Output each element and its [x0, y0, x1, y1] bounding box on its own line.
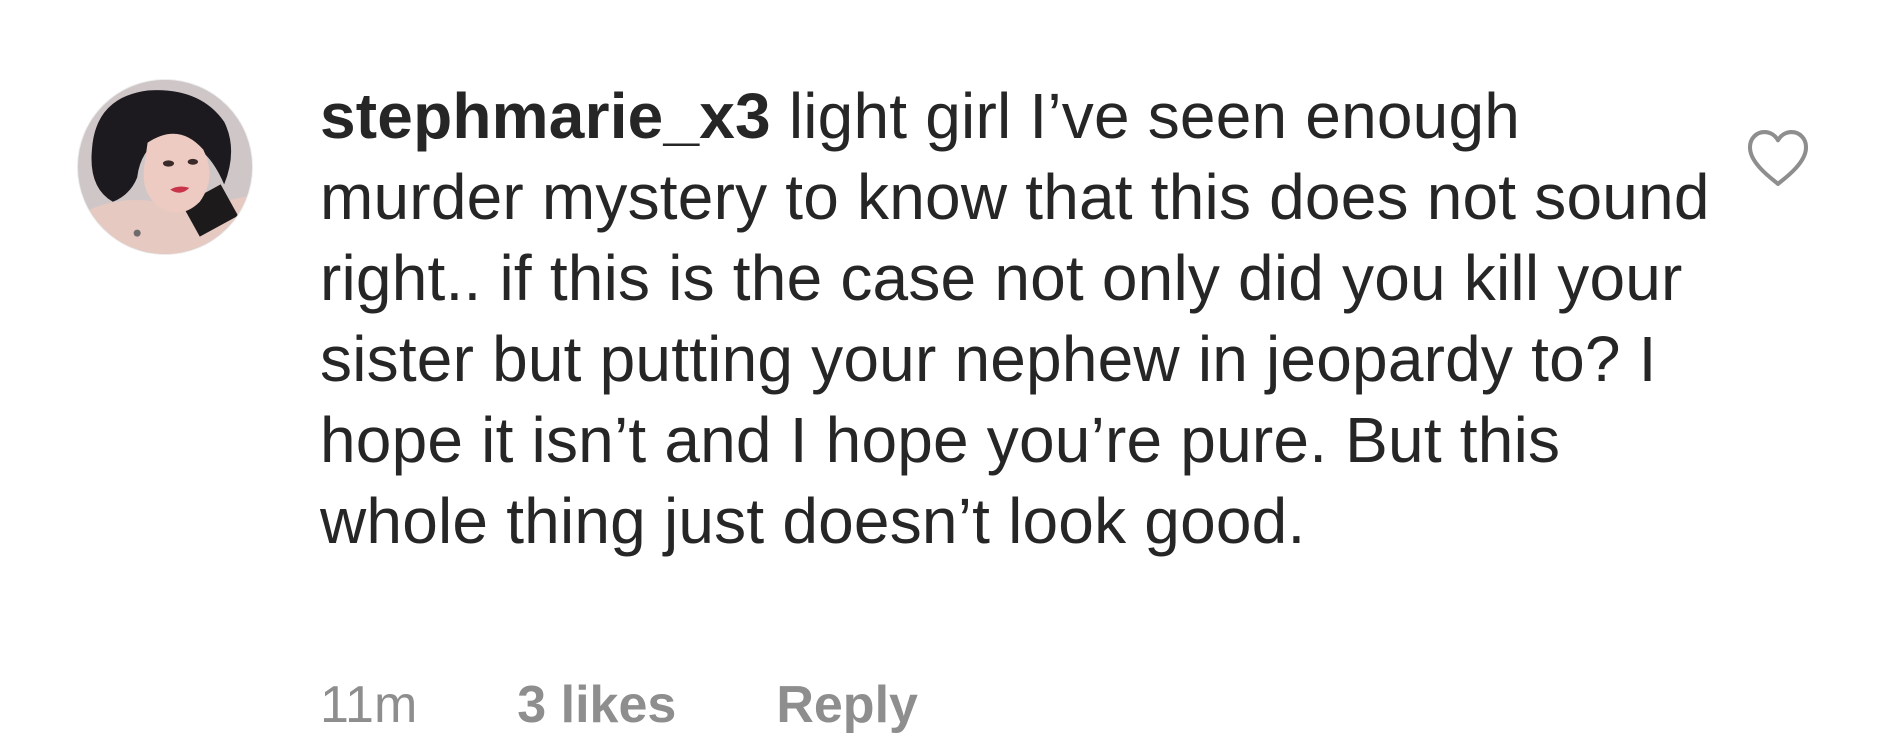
comment-meta: 11m 3 likes Reply: [320, 670, 918, 740]
comment-body: stephmarie_x3 light girl I’ve seen enoug…: [320, 76, 1710, 562]
avatar[interactable]: [78, 80, 252, 254]
like-button[interactable]: [1745, 128, 1811, 188]
comment: stephmarie_x3 light girl I’ve seen enoug…: [0, 0, 1900, 745]
username[interactable]: stephmarie_x3: [320, 80, 771, 152]
profile-photo-icon: [78, 80, 252, 254]
heart-outline-icon: [1747, 130, 1809, 186]
reply-button[interactable]: Reply: [776, 675, 918, 735]
likes-count-link[interactable]: 3 likes: [517, 675, 676, 735]
timestamp: 11m: [320, 676, 418, 734]
